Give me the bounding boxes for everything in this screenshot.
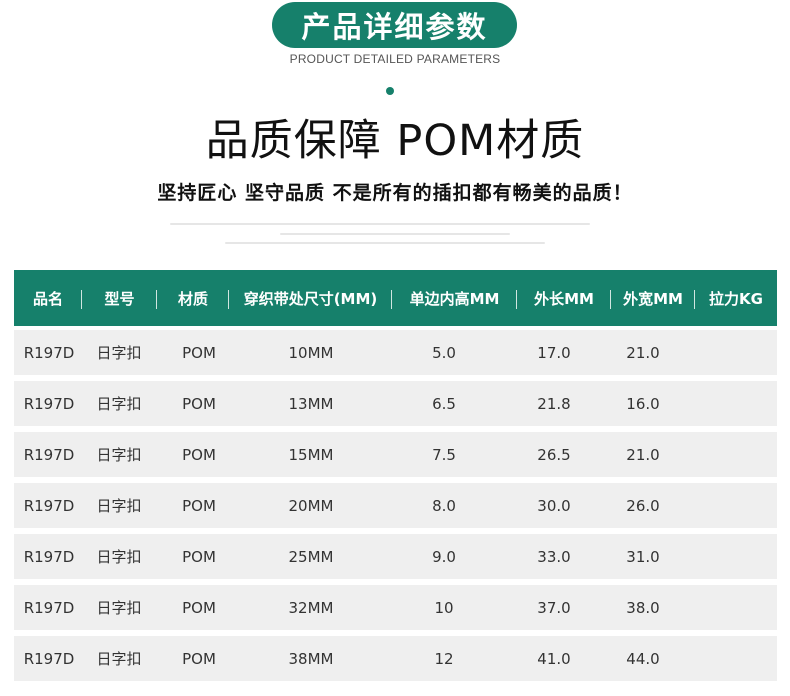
- cell-outer-length: 26.5: [537, 445, 571, 464]
- cell-outer-length: 41.0: [537, 649, 571, 668]
- cell-outer-width: 21.0: [626, 445, 660, 464]
- header-divider: [228, 290, 229, 309]
- product-parameters-page: 产品详细参数 PRODUCT DETAILED PARAMETERS 品质保障 …: [0, 0, 790, 696]
- cell-tension: [686, 636, 786, 681]
- cell-inner-height: 6.5: [432, 394, 456, 413]
- cell-inner-height: 10: [434, 598, 454, 617]
- cell-outer-width: 44.0: [626, 649, 660, 668]
- header-divider: [156, 290, 157, 309]
- header-divider: [610, 290, 611, 309]
- cell-inner-height: 9.0: [432, 547, 456, 566]
- cell-inner-height: 7.5: [432, 445, 456, 464]
- table-row: R197D 日字扣 POM 20MM 8.0 30.0 26.0: [14, 483, 777, 528]
- cell-webbing-size: 38MM: [288, 649, 334, 668]
- cell-inner-height: 12: [434, 649, 454, 668]
- cell-material: POM: [182, 547, 216, 566]
- table-row: R197D 日字扣 POM 32MM 10 37.0 38.0: [14, 585, 777, 630]
- table-header: 品名 型号 材质 穿织带处尺寸(MM) 单边内高MM 外长MM 外宽MM 拉力KG: [14, 270, 777, 326]
- cell-material: POM: [182, 496, 216, 515]
- header-divider: [694, 290, 695, 309]
- cell-tension: [686, 483, 786, 528]
- header-divider: [516, 290, 517, 309]
- cell-outer-width: 16.0: [626, 394, 660, 413]
- cell-outer-width: 21.0: [626, 343, 660, 362]
- cell-tension: [686, 534, 786, 579]
- faint-line: [225, 242, 545, 244]
- header-outer-width: 外宽MM: [623, 289, 683, 308]
- spec-table: 品名 型号 材质 穿织带处尺寸(MM) 单边内高MM 外长MM 外宽MM 拉力KG R197D…: [14, 270, 777, 681]
- cell-inner-height: 5.0: [432, 343, 456, 362]
- cell-outer-length: 21.8: [537, 394, 571, 413]
- cell-outer-length: 30.0: [537, 496, 571, 515]
- header-divider: [391, 290, 392, 309]
- headline: 品质保障 POM材质: [205, 116, 585, 166]
- cell-material: POM: [182, 394, 216, 413]
- cell-material: POM: [182, 343, 216, 362]
- cell-material: POM: [182, 445, 216, 464]
- cell-tension: [686, 381, 786, 426]
- table-row: R197D 日字扣 POM 15MM 7.5 26.5 21.0: [14, 432, 777, 477]
- header-model: 型号: [104, 289, 135, 308]
- cell-outer-width: 38.0: [626, 598, 660, 617]
- cell-outer-length: 33.0: [537, 547, 571, 566]
- section-subtitle: PRODUCT DETAILED PARAMETERS: [289, 52, 501, 66]
- header-inner-height: 单边内高MM: [409, 289, 500, 308]
- cell-webbing-size: 13MM: [288, 394, 334, 413]
- faint-line: [280, 233, 510, 235]
- cell-outer-width: 31.0: [626, 547, 660, 566]
- cell-webbing-size: 32MM: [288, 598, 334, 617]
- header-outer-length: 外长MM: [534, 289, 594, 308]
- cell-tension: [686, 585, 786, 630]
- cell-material: POM: [182, 598, 216, 617]
- cell-outer-length: 37.0: [537, 598, 571, 617]
- cell-webbing-size: 25MM: [288, 547, 334, 566]
- table-row: R197D 日字扣 POM 13MM 6.5 21.8 16.0: [14, 381, 777, 426]
- cell-tension: [686, 330, 786, 375]
- cell-outer-length: 17.0: [537, 343, 571, 362]
- slogan: 坚持匠心 坚守品质 不是所有的插扣都有畅美的品质！: [157, 182, 633, 204]
- decorative-dot: [386, 87, 394, 95]
- cell-outer-width: 26.0: [626, 496, 660, 515]
- decorative-faint-text: [170, 221, 620, 249]
- cell-inner-height: 8.0: [432, 496, 456, 515]
- faint-line: [170, 223, 590, 225]
- header-tension: 拉力KG: [709, 289, 763, 308]
- table-row: R197D 日字扣 POM 25MM 9.0 33.0 31.0: [14, 534, 777, 579]
- header-webbing-size: 穿织带处尺寸(MM): [243, 289, 378, 308]
- header-material: 材质: [177, 289, 208, 308]
- table-row: R197D 日字扣 POM 38MM 12 41.0 44.0: [14, 636, 777, 681]
- table-row: R197D 日字扣 POM 10MM 5.0 17.0 21.0: [14, 330, 777, 375]
- cell-webbing-size: 20MM: [288, 496, 334, 515]
- section-title-badge: 产品详细参数: [272, 2, 517, 48]
- cell-webbing-size: 15MM: [288, 445, 334, 464]
- cell-tension: [686, 432, 786, 477]
- section-title: 产品详细参数: [301, 10, 488, 44]
- cell-webbing-size: 10MM: [288, 343, 334, 362]
- header-divider: [81, 290, 82, 309]
- header-name: 品名: [32, 289, 63, 308]
- cell-material: POM: [182, 649, 216, 668]
